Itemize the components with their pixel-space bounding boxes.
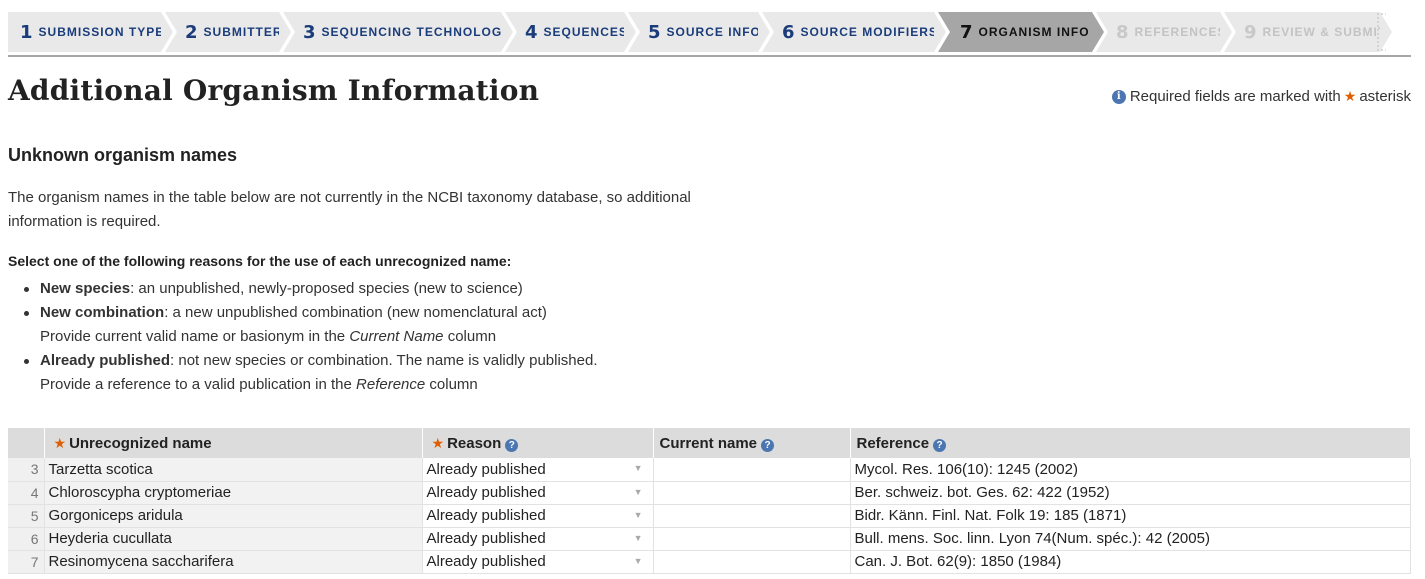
section-title: Unknown organism names (8, 145, 238, 165)
column-header-reason[interactable]: ★ Reason? (422, 428, 654, 458)
reason-select[interactable]: Already published ▼ (422, 504, 654, 528)
column-header-unrecognized-name[interactable]: ★ Unrecognized name (44, 428, 423, 458)
reason-select[interactable]: Already published ▼ (422, 458, 654, 482)
step-label: SOURCE MODIFIERS (800, 25, 938, 39)
reason-desc: : an unpublished, newly-proposed species… (130, 280, 523, 297)
table-row: 4 Chloroscypha cryptomeriae Already publ… (8, 481, 1411, 505)
reason-term: New combination (40, 304, 165, 321)
step-sequences[interactable]: 4 SEQUENCES (505, 12, 640, 52)
asterisk-icon: ★ (1343, 88, 1357, 104)
current-name-cell[interactable] (653, 481, 851, 505)
current-name-cell[interactable] (653, 527, 851, 551)
reason-new-species: New species: an unpublished, newly-propo… (22, 277, 598, 301)
reason-desc: : a new unpublished combination (new nom… (164, 304, 547, 321)
reference-cell[interactable]: Can. J. Bot. 62(9): 1850 (1984) (850, 550, 1411, 574)
reference-cell[interactable]: Mycol. Res. 106(10): 1245 (2002) (850, 458, 1411, 482)
step-label: SOURCE INFO (666, 25, 761, 39)
help-icon[interactable]: ? (933, 438, 947, 452)
step-label: SEQUENCES (543, 25, 628, 39)
reason-note: Provide current valid name or basionym i… (40, 328, 497, 345)
table-row: 7 Resinomycena saccharifera Already publ… (8, 550, 1411, 574)
reason-term: New species (40, 280, 131, 297)
reason-select[interactable]: Already published ▼ (422, 550, 654, 574)
dropdown-arrow-icon: ▼ (633, 532, 643, 543)
reference-cell[interactable]: Ber. schweiz. bot. Ges. 62: 422 (1952) (850, 481, 1411, 505)
step-label: SUBMISSION TYPE (38, 25, 165, 39)
step-sequencing-technology[interactable]: 3 SEQUENCING TECHNOLOGY (283, 12, 517, 52)
step-number: 9 (1244, 21, 1257, 43)
required-star-icon: ★ (431, 434, 445, 451)
intro-text: The organism names in the table below ar… (8, 189, 691, 230)
dropdown-arrow-icon: ▼ (633, 555, 643, 566)
step-number: 4 (525, 21, 538, 43)
required-fields-note: i Required fields are marked with ★ aste… (1111, 88, 1411, 105)
step-submission-type[interactable]: 1 SUBMISSION TYPE (8, 12, 177, 52)
dropdown-arrow-icon: ▼ (633, 509, 643, 520)
step-number: 3 (303, 21, 316, 43)
step-number: 7 (960, 21, 973, 43)
unrecognized-name-cell: Chloroscypha cryptomeriae (44, 481, 423, 505)
dropdown-arrow-icon: ▼ (633, 463, 643, 473)
reason-new-combination: New combination: a new unpublished combi… (22, 301, 598, 349)
reason-prompt: Select one of the following reasons for … (8, 253, 512, 269)
organism-table: ★ Unrecognized name ★ Reason? Current name… (8, 428, 1411, 574)
step-organism-info[interactable]: 7 ORGANISM INFO (938, 12, 1108, 52)
help-icon[interactable]: ? (761, 438, 775, 452)
wizard-steps: 1 SUBMISSION TYPE 2 SUBMITTER 3 SEQUENCI… (8, 12, 1396, 56)
row-number: 6 (8, 527, 45, 551)
current-name-cell[interactable] (653, 550, 851, 574)
steps-underline (8, 55, 1411, 57)
dropdown-arrow-icon: ▼ (633, 486, 643, 497)
help-icon[interactable]: ? (505, 438, 519, 452)
row-number-header (8, 428, 45, 458)
step-number: 1 (20, 21, 33, 43)
row-number: 7 (8, 550, 45, 574)
step-review-submit: 9 REVIEW & SUBMIT (1224, 12, 1396, 52)
page-title: Additional Organism Information (8, 74, 540, 107)
reason-note: Provide a reference to a valid publicati… (40, 376, 478, 393)
step-label: REFERENCES (1134, 25, 1227, 39)
step-source-modifiers[interactable]: 6 SOURCE MODIFIERS (762, 12, 950, 52)
reason-desc: : not new species or combination. The na… (170, 352, 598, 369)
table-row: 5 Gorgoniceps aridula Already published ▼… (8, 504, 1411, 528)
reference-cell[interactable]: Bidr. Känn. Finl. Nat. Folk 19: 185 (187… (850, 504, 1411, 528)
step-number: 2 (185, 21, 198, 43)
step-label: REVIEW & SUBMIT (1262, 25, 1387, 39)
unrecognized-name-cell: Resinomycena saccharifera (44, 550, 423, 574)
reason-list: New species: an unpublished, newly-propo… (22, 277, 598, 397)
step-source-info[interactable]: 5 SOURCE INFO (628, 12, 774, 52)
row-number: 3 (8, 458, 45, 482)
step-references: 8 REFERENCES (1096, 12, 1236, 52)
table-row: 3 Tarzetta scotica Already published ▼ My… (8, 458, 1411, 482)
required-star-icon: ★ (53, 434, 67, 451)
reason-term: Already published (40, 352, 171, 369)
table-header-row: ★ Unrecognized name ★ Reason? Current name… (8, 428, 1411, 458)
step-number: 6 (782, 21, 795, 43)
table-row: 6 Heyderia cucullata Already published ▼ … (8, 527, 1411, 551)
current-name-cell[interactable] (653, 504, 851, 528)
column-header-current-name[interactable]: Current name? (653, 428, 851, 458)
step-label: ORGANISM INFO (978, 25, 1090, 39)
column-header-reference[interactable]: Reference? (850, 428, 1411, 458)
step-submitter[interactable]: 2 SUBMITTER (165, 12, 295, 52)
required-note-prefix: Required fields are marked with (1129, 88, 1341, 105)
reason-already-published: Already published: not new species or co… (22, 349, 598, 397)
required-note-suffix: asterisk (1359, 88, 1411, 105)
reference-cell[interactable]: Bull. mens. Soc. linn. Lyon 74(Num. spéc… (850, 527, 1411, 551)
step-number: 5 (648, 21, 661, 43)
current-name-cell[interactable] (653, 458, 851, 482)
reason-select[interactable]: Already published ▼ (422, 481, 654, 505)
step-number: 8 (1116, 21, 1129, 43)
row-number: 5 (8, 504, 45, 528)
unrecognized-name-cell: Gorgoniceps aridula (44, 504, 423, 528)
row-number: 4 (8, 481, 45, 505)
step-label: SUBMITTER (203, 25, 283, 39)
unrecognized-name-cell: Tarzetta scotica (44, 458, 423, 482)
unrecognized-name-cell: Heyderia cucullata (44, 527, 423, 551)
reason-select[interactable]: Already published ▼ (422, 527, 654, 551)
info-icon: i (1111, 89, 1126, 104)
step-label: SEQUENCING TECHNOLOGY (321, 25, 512, 39)
